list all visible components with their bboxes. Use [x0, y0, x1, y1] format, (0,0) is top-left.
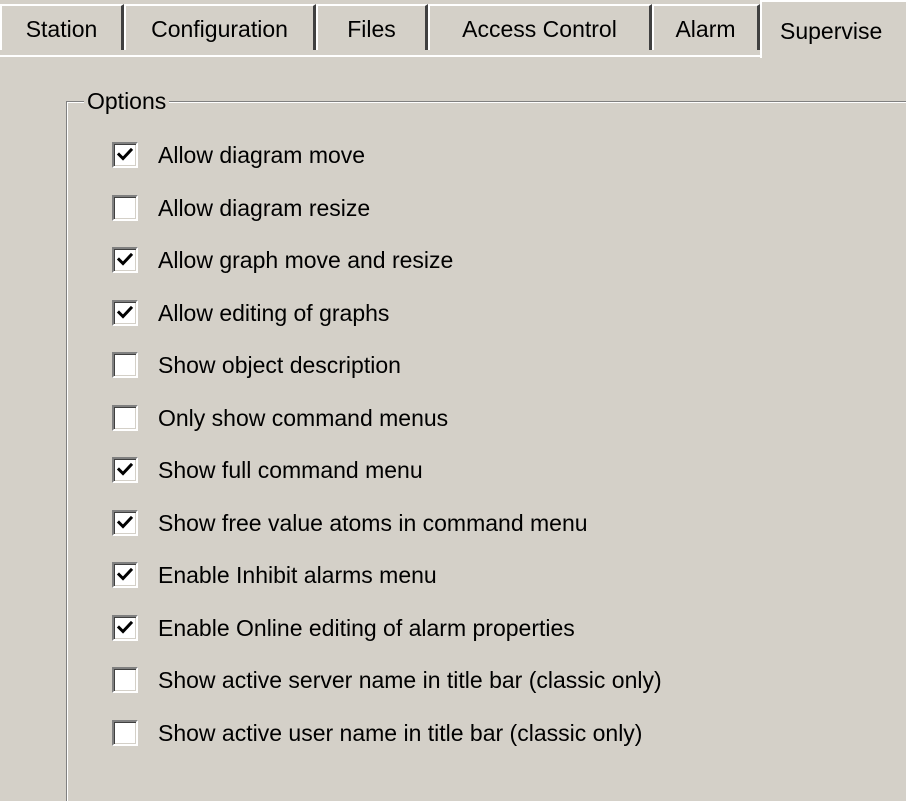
check-mark-icon — [116, 515, 134, 529]
option-checkbox[interactable] — [112, 247, 138, 273]
option-checkbox[interactable] — [112, 404, 138, 431]
option-checkbox[interactable] — [112, 352, 138, 378]
option-checkbox[interactable] — [112, 719, 138, 746]
option-checkbox[interactable] — [112, 614, 138, 641]
check-mark-icon — [116, 252, 134, 266]
option-label: Enable Online editing of alarm propertie… — [158, 614, 575, 641]
option-checkbox[interactable] — [112, 142, 138, 168]
option-checkbox[interactable] — [112, 509, 138, 536]
tab-configuration[interactable]: Configuration — [124, 4, 316, 50]
option-label: Allow diagram move — [158, 142, 366, 168]
options-group-legend: Options — [84, 88, 170, 114]
option-row[interactable]: Enable Inhibit alarms menu — [112, 555, 437, 595]
tab-strip: Station Configuration Files Access Contr… — [0, 0, 906, 58]
option-row[interactable]: Show free value atoms in command menu — [112, 503, 588, 543]
option-label: Show free value atoms in command menu — [158, 509, 588, 536]
option-label: Enable Inhibit alarms menu — [158, 562, 437, 588]
tab-access-control[interactable]: Access Control — [428, 4, 652, 50]
option-label: Show object description — [158, 352, 401, 378]
option-checkbox[interactable] — [112, 194, 138, 221]
option-label: Allow diagram resize — [158, 194, 371, 221]
option-row[interactable]: Allow graph move and resize — [112, 240, 453, 280]
option-label: Show active user name in title bar (clas… — [158, 719, 643, 746]
option-label: Allow editing of graphs — [158, 299, 390, 326]
option-row[interactable]: Allow diagram move — [112, 135, 365, 175]
check-mark-icon — [116, 147, 134, 161]
check-mark-icon — [116, 462, 134, 476]
tab-alarm[interactable]: Alarm — [652, 4, 760, 50]
option-label: Show full command menu — [158, 457, 423, 483]
tab-supervise[interactable]: Supervise — [760, 0, 906, 58]
option-row[interactable]: Allow diagram resize — [112, 188, 370, 228]
option-checkbox[interactable] — [112, 562, 138, 588]
tab-station[interactable]: Station — [0, 4, 124, 50]
option-checkbox[interactable] — [112, 667, 138, 693]
option-row[interactable]: Show full command menu — [112, 450, 423, 490]
option-row[interactable]: Show active server name in title bar (cl… — [112, 660, 662, 700]
check-mark-icon — [116, 620, 134, 634]
option-checkbox[interactable] — [112, 299, 138, 326]
tab-files[interactable]: Files — [316, 4, 428, 50]
option-row[interactable]: Enable Online editing of alarm propertie… — [112, 608, 575, 648]
option-checkbox[interactable] — [112, 457, 138, 483]
option-label: Allow graph move and resize — [158, 247, 454, 273]
check-mark-icon — [116, 567, 134, 581]
tab-baseline-shadow — [0, 57, 760, 58]
option-row[interactable]: Show object description — [112, 345, 401, 385]
option-row[interactable]: Only show command menus — [112, 398, 448, 438]
option-row[interactable]: Allow editing of graphs — [112, 293, 389, 333]
option-label: Only show command menus — [158, 404, 449, 431]
option-label: Show active server name in title bar (cl… — [158, 667, 662, 693]
option-row[interactable]: Show active user name in title bar (clas… — [112, 713, 642, 753]
check-mark-icon — [116, 305, 134, 319]
